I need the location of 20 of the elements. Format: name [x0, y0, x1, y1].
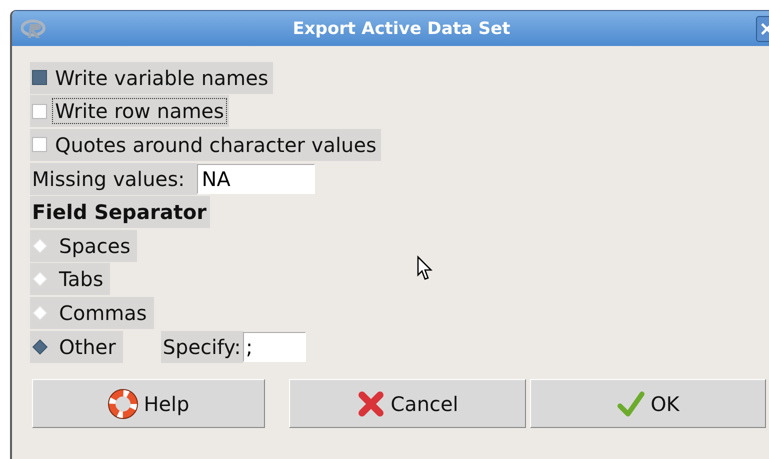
missing-values-label: Missing values: [30, 162, 197, 195]
section-heading: Field Separator [30, 196, 210, 228]
radio-button[interactable]: Other [30, 330, 123, 363]
r-logo-icon [21, 18, 47, 40]
checkbox[interactable]: Quotes around character values [30, 128, 382, 161]
radio-button[interactable]: Commas [30, 296, 154, 329]
specify-label: Specify: [160, 330, 243, 363]
checkbox[interactable]: Write variable names [30, 62, 274, 94]
radio-button[interactable]: Tabs [30, 263, 110, 296]
life-buoy-icon [108, 388, 138, 419]
cross-icon [356, 390, 385, 418]
specify-field[interactable]: ; [242, 332, 306, 362]
cancel-button[interactable]: Cancel [289, 379, 526, 428]
checkbox[interactable]: Write row names [30, 95, 230, 128]
radio-button[interactable]: Spaces [30, 230, 138, 262]
missing-values-field[interactable]: NA [196, 164, 315, 194]
help-button[interactable]: Help [32, 379, 265, 428]
check-icon [616, 390, 645, 418]
ok-button[interactable]: OK [530, 379, 766, 428]
window-title: Export Active Data Set [292, 18, 512, 38]
